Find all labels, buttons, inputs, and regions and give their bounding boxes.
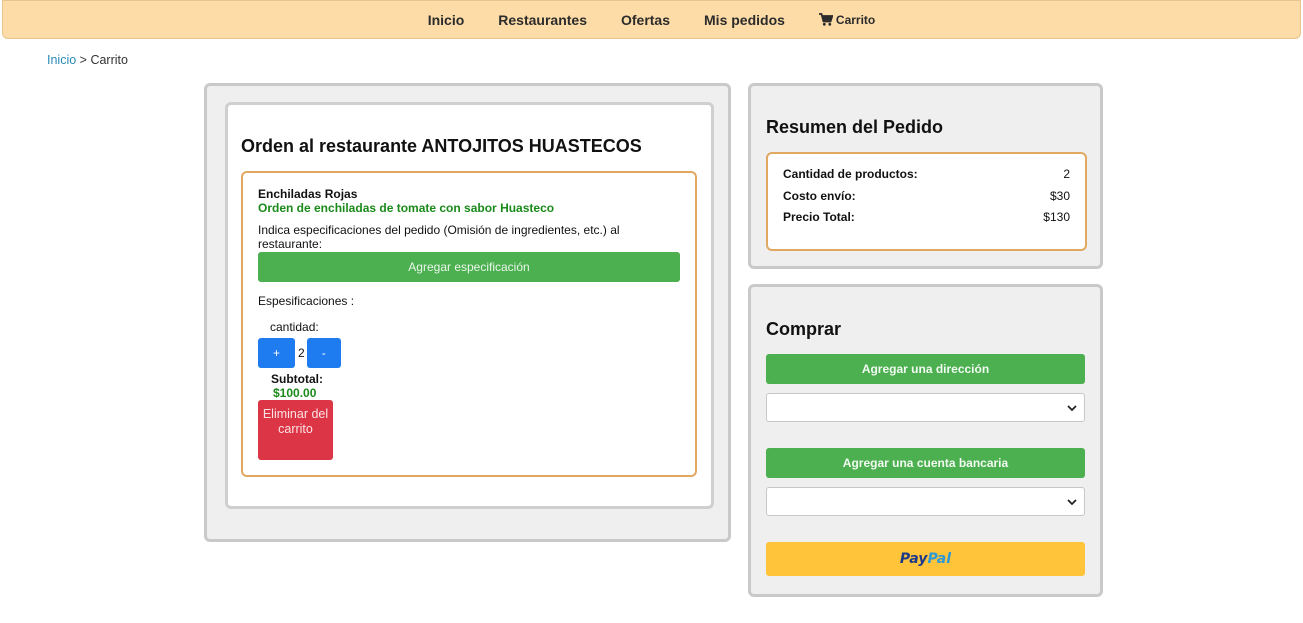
summary-label: Costo envío:	[783, 188, 856, 203]
bank-account-select[interactable]	[766, 487, 1085, 516]
summary-row-quantity: Cantidad de productos: 2	[783, 167, 1070, 189]
remove-from-cart-button[interactable]: Eliminar del carrito	[258, 400, 333, 460]
top-navbar: Inicio Restaurantes Ofertas Mis pedidos …	[2, 0, 1301, 39]
shopping-cart-icon	[818, 13, 833, 26]
item-spec-hint: Indica especificaciones del pedido (Omis…	[258, 223, 620, 251]
subtotal-label: Subtotal:	[271, 372, 323, 386]
paypal-logo-pal: Pal	[927, 551, 952, 567]
quantity-label: cantidad:	[270, 320, 319, 334]
specifications-label: Espesificaciones :	[258, 294, 355, 308]
nav-link-carrito[interactable]: Carrito	[802, 13, 892, 27]
paypal-button[interactable]: Pay Pal	[766, 542, 1085, 576]
cart-item: Enchiladas Rojas Orden de enchiladas de …	[241, 171, 697, 477]
summary-title: Resumen del Pedido	[766, 117, 944, 137]
summary-row-shipping: Costo envío: $30	[783, 189, 1070, 211]
address-select[interactable]	[766, 393, 1085, 422]
add-address-button[interactable]: Agregar una dirección	[766, 354, 1085, 384]
summary-label: Precio Total:	[783, 210, 855, 224]
subtotal-value: $100.00	[273, 386, 317, 400]
paypal-logo-pay: Pay	[899, 551, 928, 567]
summary-label: Cantidad de productos:	[783, 167, 918, 181]
summary-box: Cantidad de productos: 2 Costo envío: $3…	[766, 152, 1087, 251]
nav-link-mis-pedidos[interactable]: Mis pedidos	[687, 12, 802, 28]
breadcrumb: Inicio > Carrito	[47, 53, 128, 67]
quantity-stepper: + 2 -	[258, 338, 341, 368]
add-bank-account-button[interactable]: Agregar una cuenta bancaria	[766, 448, 1085, 478]
buy-panel: Comprar Agregar una dirección Agregar un…	[748, 284, 1103, 597]
breadcrumb-current: Carrito	[90, 53, 128, 67]
order-title: Orden al restaurante ANTOJITOS HUASTECOS	[241, 136, 642, 156]
nav-cart-label: Carrito	[835, 12, 876, 27]
increase-quantity-button[interactable]: +	[258, 338, 295, 368]
chevron-down-icon	[1067, 499, 1077, 506]
nav-link-restaurantes[interactable]: Restaurantes	[481, 12, 604, 28]
chevron-down-icon	[1067, 405, 1077, 412]
summary-row-total: Precio Total: $130	[783, 210, 1070, 232]
decrease-quantity-button[interactable]: -	[306, 338, 341, 368]
summary-value: $30	[1049, 188, 1070, 203]
buy-title: Comprar	[766, 319, 842, 339]
summary-value: 2	[1063, 167, 1070, 181]
order-panel: Orden al restaurante ANTOJITOS HUASTECOS…	[204, 83, 731, 542]
breadcrumb-separator: >	[76, 53, 91, 67]
breadcrumb-home-link[interactable]: Inicio	[47, 53, 76, 67]
add-specification-button[interactable]: Agregar especificación	[258, 252, 680, 282]
order-summary-panel: Resumen del Pedido Cantidad de productos…	[748, 83, 1103, 269]
quantity-value: 2	[298, 346, 305, 360]
item-name: Enchiladas Rojas	[258, 187, 358, 201]
item-description: Orden de enchiladas de tomate con sabor …	[258, 201, 555, 215]
summary-value: $130	[1043, 210, 1070, 224]
nav-link-ofertas[interactable]: Ofertas	[604, 12, 687, 28]
nav-link-inicio[interactable]: Inicio	[411, 12, 482, 28]
order-card: Orden al restaurante ANTOJITOS HUASTECOS…	[225, 102, 714, 509]
